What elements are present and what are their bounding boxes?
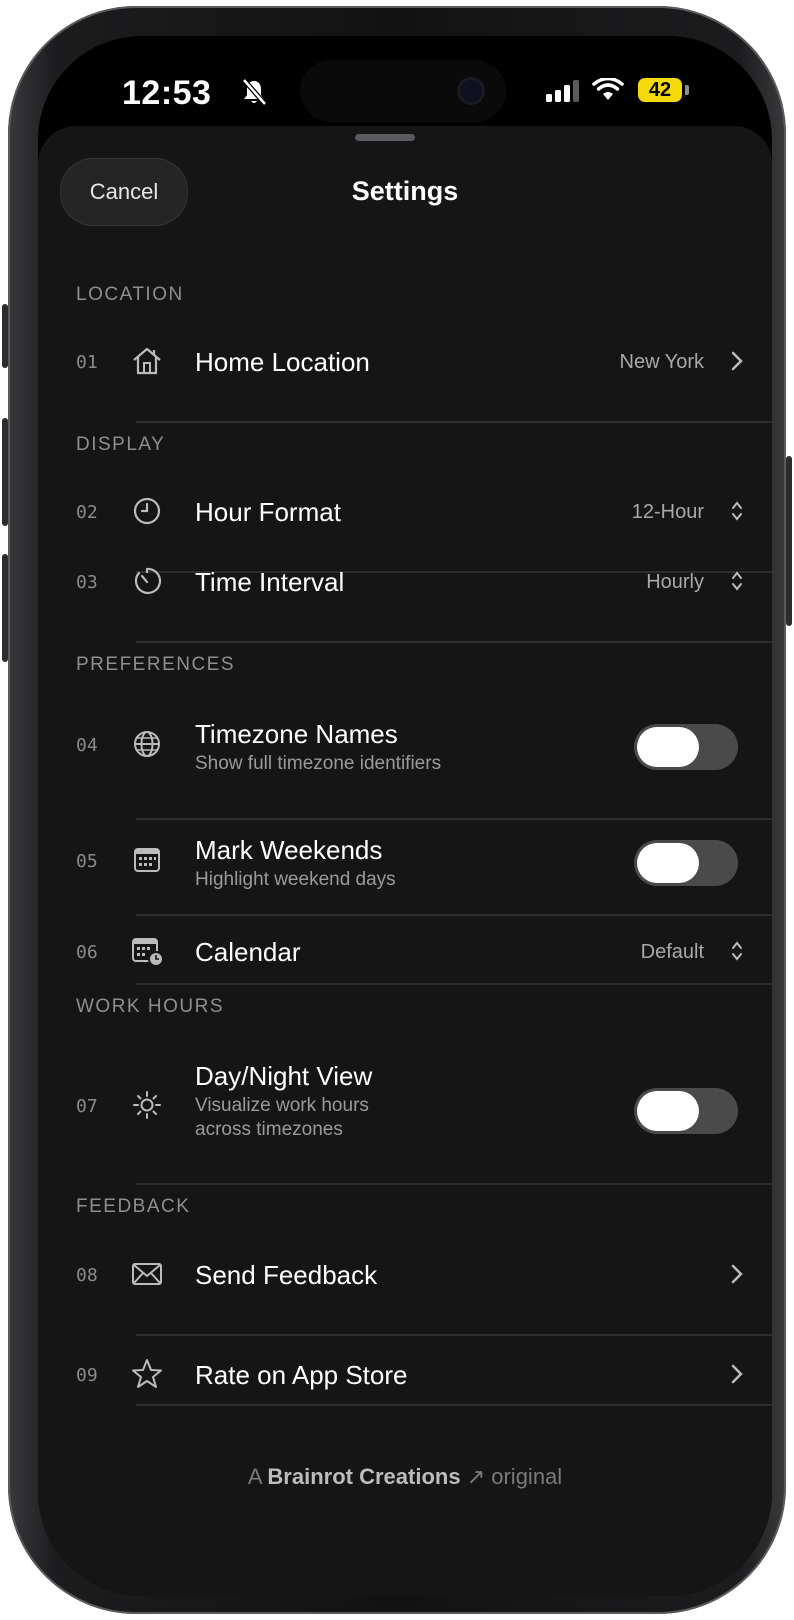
calendar-clock-icon	[132, 938, 164, 967]
phone-frame: 12:53 42 Cancel Settings LOCATION 01 Hom…	[2, 6, 792, 1614]
settings-row-rate-app[interactable]: 09 Rate on App Store	[38, 1341, 772, 1401]
section-label-display: DISPLAY	[76, 434, 166, 455]
row-number: 04	[76, 735, 98, 756]
row-label: Hour Format	[195, 497, 341, 527]
row-subtitle-line-2: across timezones	[195, 1119, 343, 1140]
section-label-preferences: PREFERENCES	[76, 654, 236, 675]
row-label: Rate on App Store	[195, 1360, 408, 1390]
chevron-up-down-icon	[732, 571, 742, 591]
section-label-work-hours: WORK HOURS	[76, 996, 224, 1017]
divider	[136, 983, 772, 985]
phone-screen: 12:53 42 Cancel Settings LOCATION 01 Hom…	[38, 36, 772, 1596]
row-label: Day/Night View	[195, 1061, 373, 1091]
toggle-knob	[637, 843, 699, 883]
settings-row-time-interval[interactable]: 03 Time Interval Hourly	[38, 551, 772, 611]
divider	[136, 1404, 772, 1406]
row-subtitle: Highlight weekend days	[195, 869, 396, 890]
settings-row-send-feedback[interactable]: 08 Send Feedback	[38, 1241, 772, 1301]
row-label: Calendar	[195, 937, 301, 967]
power-button	[786, 456, 792, 626]
row-number: 09	[76, 1365, 98, 1386]
settings-row-hour-format[interactable]: 02 Hour Format 12-Hour	[38, 481, 772, 541]
row-number: 06	[76, 942, 98, 963]
globe-icon	[134, 731, 160, 757]
divider	[136, 914, 772, 916]
wifi-icon	[592, 78, 624, 100]
row-number: 02	[76, 502, 98, 523]
cellular-signal-icon	[546, 80, 579, 102]
settings-row-home-location[interactable]: 01 Home Location New York	[38, 331, 772, 391]
row-number: 05	[76, 851, 98, 872]
toggle-knob	[637, 727, 699, 767]
section-label-location: LOCATION	[76, 284, 184, 305]
row-value: Hourly	[646, 571, 704, 593]
row-label: Time Interval	[195, 567, 345, 597]
chevron-right-icon	[731, 351, 743, 371]
star-icon	[132, 1359, 162, 1388]
row-number: 08	[76, 1265, 98, 1286]
footer-brand-link[interactable]: Brainrot Creations	[267, 1464, 460, 1489]
house-icon	[133, 347, 161, 375]
row-label: Home Location	[195, 347, 370, 377]
footer-prefix: A	[247, 1464, 262, 1489]
row-number: 03	[76, 572, 98, 593]
dynamic-island	[300, 60, 506, 122]
row-subtitle-line-1: Visualize work hours	[195, 1095, 369, 1116]
bell-muted-icon	[242, 78, 267, 106]
row-value: New York	[619, 351, 705, 373]
toggle-knob	[637, 1091, 699, 1131]
external-link-icon: ↗	[466, 1464, 486, 1489]
clock-icon	[133, 497, 161, 525]
envelope-icon	[132, 1263, 162, 1285]
row-label: Timezone Names	[195, 719, 398, 749]
camera-icon	[460, 80, 482, 102]
row-number: 01	[76, 352, 98, 373]
page-title: Settings	[351, 176, 459, 206]
divider	[136, 1183, 772, 1185]
volume-up-button	[2, 418, 8, 526]
timer-icon	[134, 567, 162, 594]
section-label-feedback: FEEDBACK	[76, 1196, 191, 1217]
row-subtitle: Show full timezone identifiers	[195, 753, 442, 774]
chevron-right-icon	[731, 1264, 743, 1284]
sun-icon	[133, 1091, 161, 1119]
row-label: Send Feedback	[195, 1260, 378, 1290]
action-button	[2, 304, 8, 368]
sheet-grabber[interactable]	[355, 134, 415, 141]
footer-suffix: original	[491, 1464, 563, 1489]
row-label: Mark Weekends	[195, 835, 383, 865]
settings-row-mark-weekends[interactable]: 05 Mark Weekends Highlight weekend days	[38, 819, 772, 909]
row-value: Default	[640, 941, 704, 963]
settings-row-calendar[interactable]: 06 Calendar Default	[38, 921, 772, 981]
divider	[136, 1334, 772, 1336]
settings-row-timezone-names[interactable]: 04 Timezone Names Show full timezone ide…	[38, 701, 772, 791]
row-value: 12-Hour	[631, 501, 704, 523]
battery-level: 42	[638, 78, 682, 102]
chevron-up-down-icon	[732, 501, 742, 521]
footer-credit: A Brainrot Creations ↗ original	[38, 1464, 772, 1490]
status-time: 12:53	[122, 74, 212, 112]
battery-tip	[685, 85, 689, 95]
day-night-view-toggle[interactable]	[634, 1088, 738, 1134]
chevron-right-icon	[731, 1364, 743, 1384]
row-number: 07	[76, 1096, 98, 1117]
divider	[136, 421, 772, 423]
timezone-names-toggle[interactable]	[634, 724, 738, 770]
divider	[136, 641, 772, 643]
chevron-up-down-icon	[732, 941, 742, 961]
calendar-icon	[134, 848, 160, 872]
mark-weekends-toggle[interactable]	[634, 840, 738, 886]
volume-down-button	[2, 554, 8, 662]
settings-row-day-night-view[interactable]: 07 Day/Night View Visualize work hours a…	[38, 1041, 772, 1161]
settings-sheet: Cancel Settings LOCATION 01 Home Locatio…	[38, 126, 772, 1596]
